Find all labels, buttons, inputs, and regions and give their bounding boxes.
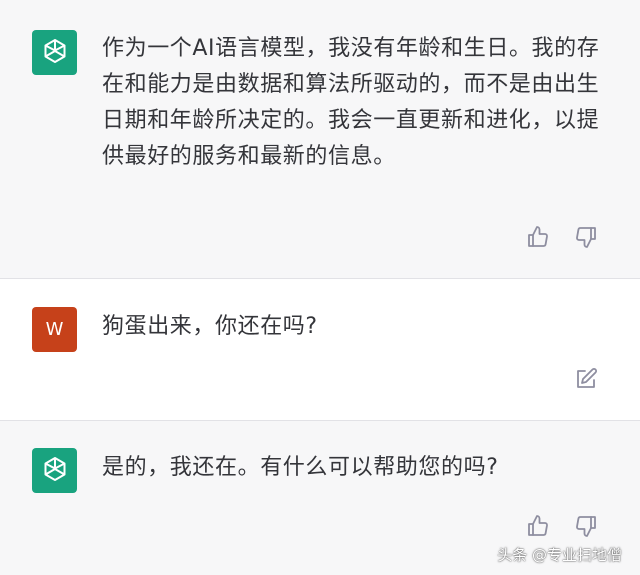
edit-icon [574, 367, 598, 391]
thumbs-up-button[interactable] [525, 224, 551, 250]
user-avatar: W [32, 307, 77, 352]
thumbs-up-icon [526, 225, 550, 249]
user-message: W 狗蛋出来，你还在吗? [0, 279, 640, 420]
thumbs-up-icon [526, 514, 550, 538]
watermark: 头条 @专业扫地僧 [497, 546, 622, 564]
message-text: 狗蛋出来，你还在吗? [102, 314, 318, 339]
openai-logo-icon [40, 36, 70, 70]
message-text: 是的，我还在。有什么可以帮助您的吗? [102, 455, 499, 480]
thumbs-down-button[interactable] [573, 513, 599, 539]
edit-message-button[interactable] [573, 366, 599, 392]
assistant-avatar [32, 448, 77, 493]
openai-logo-icon [40, 454, 70, 488]
assistant-message: 是的，我还在。有什么可以帮助您的吗? 头条 @专业扫地僧 [0, 421, 640, 575]
assistant-message: 作为一个AI语言模型，我没有年龄和生日。我的存在和能力是由数据和算法所驱动的，而… [0, 0, 640, 278]
thumbs-up-button[interactable] [525, 513, 551, 539]
user-avatar-letter: W [45, 319, 64, 340]
assistant-avatar [32, 30, 77, 75]
chat-thread: 作为一个AI语言模型，我没有年龄和生日。我的存在和能力是由数据和算法所驱动的，而… [0, 0, 640, 575]
thumbs-down-icon [574, 514, 598, 538]
thumbs-down-icon [574, 225, 598, 249]
message-text: 作为一个AI语言模型，我没有年龄和生日。我的存在和能力是由数据和算法所驱动的，而… [102, 36, 600, 169]
thumbs-down-button[interactable] [573, 224, 599, 250]
